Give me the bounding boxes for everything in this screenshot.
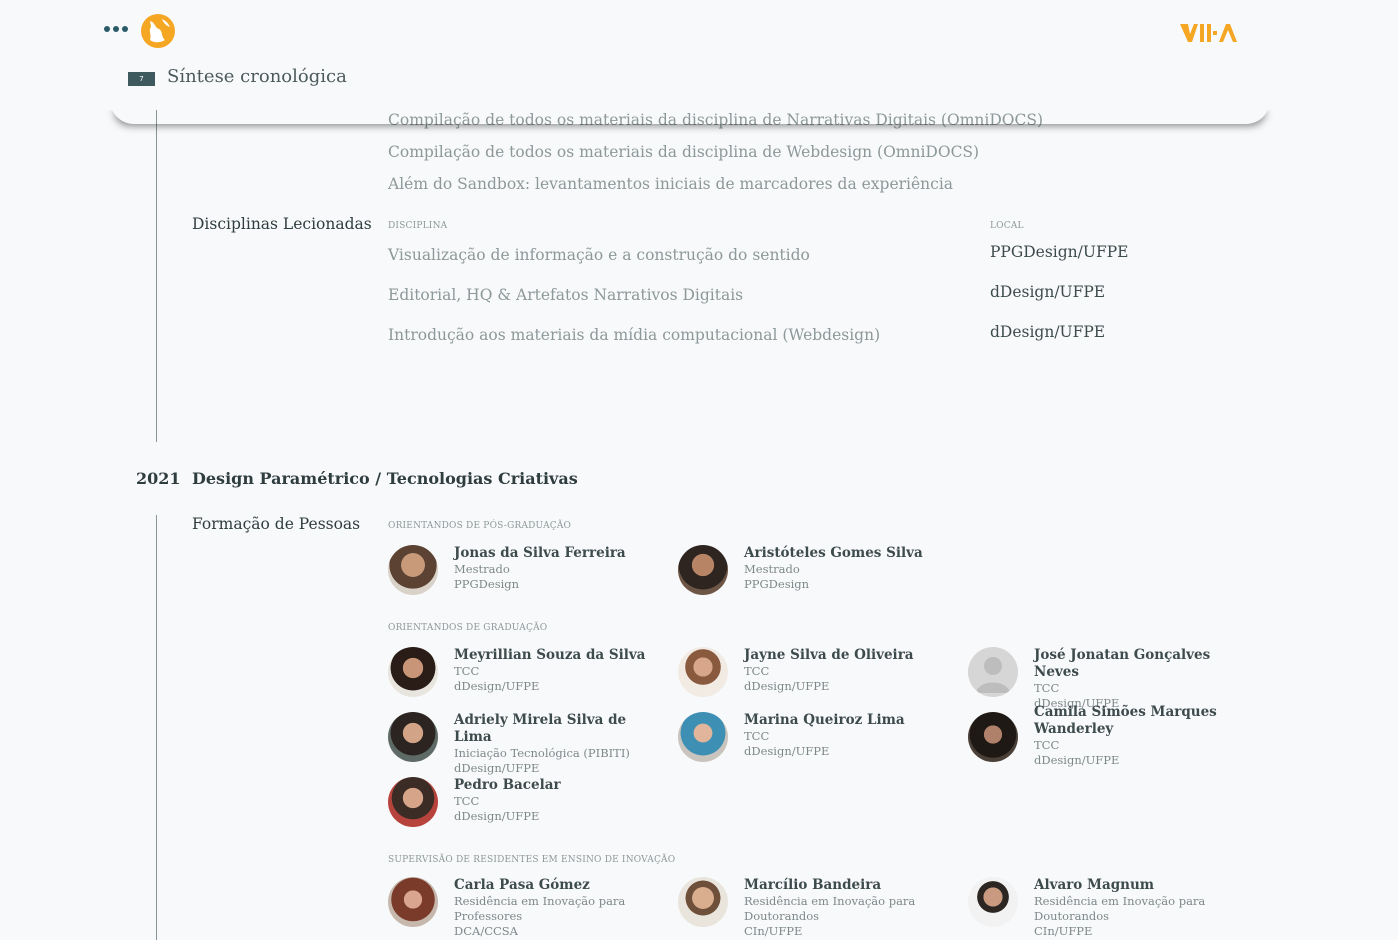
person-detail: dDesign/UFPE — [1034, 753, 1120, 767]
person-detail: TCC — [1034, 681, 1060, 695]
year-title: Design Paramétrico / Tecnologias Criativ… — [192, 469, 578, 488]
discipline-local: PPGDesign/UFPE — [990, 243, 1129, 261]
person-detail: Doutorandos — [744, 909, 820, 923]
discipline-column-header: DISCIPLINA — [388, 221, 448, 231]
formacao-label: Formação de Pessoas — [192, 515, 361, 533]
discipline-name: Editorial, HQ & Artefatos Narrativos Dig… — [388, 286, 744, 304]
avatar — [388, 877, 438, 927]
avatar — [968, 712, 1018, 762]
person-name: Camila Simões Marques Wanderley — [1034, 704, 1217, 737]
person-name: Alvaro Magnum — [1034, 877, 1155, 893]
person-card: Camila Simões Marques Wanderley TCC dDes… — [968, 704, 1248, 782]
person-detail: Residência em Inovação para — [454, 894, 626, 908]
group-heading: ORIENTANDOS DE GRADUAÇÃO — [388, 623, 548, 633]
dots-menu-icon[interactable] — [104, 26, 128, 32]
person-detail: TCC — [454, 794, 480, 808]
person-name: José Jonatan Gonçalves Neves — [1034, 647, 1211, 680]
person-name: Marcílio Bandeira — [744, 877, 882, 893]
discipline-name: Introdução aos materiais da mídia comput… — [388, 326, 881, 344]
person-detail: DCA/CCSA — [454, 924, 518, 938]
person-detail: Mestrado — [454, 562, 510, 576]
brand-logo-icon[interactable] — [1178, 20, 1240, 44]
person-detail: CIn/UFPE — [1034, 924, 1093, 938]
avatar — [388, 545, 438, 595]
person-card: José Jonatan Gonçalves Neves TCC dDesign… — [968, 647, 1248, 710]
person-card: Pedro Bacelar TCC dDesign/UFPE — [388, 777, 668, 837]
person-detail: PPGDesign — [744, 577, 810, 591]
avatar — [968, 877, 1018, 927]
person-name: Adriely Mirela Silva de Lima — [454, 712, 627, 745]
group-heading: SUPERVISÃO DE RESIDENTES EM ENSINO DE IN… — [388, 855, 676, 865]
section-number-badge: 7 — [128, 72, 155, 86]
timeline-line — [156, 100, 157, 442]
person-detail: Mestrado — [744, 562, 800, 576]
top-bar: 7 Síntese cronológica — [0, 0, 1398, 110]
person-detail: dDesign/UFPE — [454, 809, 540, 823]
discipline-name: Visualização de informação e a construçã… — [388, 246, 810, 264]
person-card: Carla Pasa Gómez Residência em Inovação … — [388, 877, 668, 938]
avatar — [388, 712, 438, 762]
person-detail: CIn/UFPE — [744, 924, 803, 938]
avatar — [678, 647, 728, 697]
person-detail: PPGDesign — [454, 577, 520, 591]
person-name: Jayne Silva de Oliveira — [744, 647, 914, 663]
person-card: Jonas da Silva Ferreira Mestrado PPGDesi… — [388, 545, 668, 605]
person-detail: dDesign/UFPE — [454, 761, 540, 775]
local-column-header: LOCAL — [990, 221, 1024, 231]
discipline-local: dDesign/UFPE — [990, 283, 1106, 301]
avatar — [678, 877, 728, 927]
person-detail: Professores — [454, 909, 523, 923]
timeline-content: Compilação de todos os materiais da disc… — [0, 0, 1398, 940]
person-detail: dDesign/UFPE — [744, 679, 830, 693]
person-detail: dDesign/UFPE — [744, 744, 830, 758]
person-name: Meyrillian Souza da Silva — [454, 647, 646, 663]
group-heading: ORIENTANDOS DE PÓS-GRADUAÇÃO — [388, 521, 572, 531]
person-detail: Residência em Inovação para — [1034, 894, 1206, 908]
person-detail: Residência em Inovação para — [744, 894, 916, 908]
person-card: Alvaro Magnum Residência em Inovação par… — [968, 877, 1248, 938]
person-card: Meyrillian Souza da Silva TCC dDesign/UF… — [388, 647, 668, 707]
person-card: Jayne Silva de Oliveira TCC dDesign/UFPE — [678, 647, 958, 707]
year-label: 2021 — [136, 469, 181, 488]
person-name: Marina Queiroz Lima — [744, 712, 905, 728]
person-name: Carla Pasa Gómez — [454, 877, 590, 893]
section-title: Síntese cronológica — [167, 66, 347, 87]
avatar-placeholder-icon — [968, 647, 1018, 697]
person-name: Pedro Bacelar — [454, 777, 561, 793]
timeline-line — [156, 515, 157, 940]
avatar — [678, 712, 728, 762]
person-name: Jonas da Silva Ferreira — [454, 545, 626, 561]
person-card: Marcílio Bandeira Residência em Inovação… — [678, 877, 958, 938]
person-name: Aristóteles Gomes Silva — [744, 545, 923, 561]
discipline-local: dDesign/UFPE — [990, 323, 1106, 341]
globe-logo-icon[interactable] — [140, 13, 176, 49]
person-detail: TCC — [454, 664, 480, 678]
avatar — [678, 545, 728, 595]
person-detail: Doutorandos — [1034, 909, 1110, 923]
material-link[interactable]: Além do Sandbox: levantamentos iniciais … — [388, 175, 953, 193]
person-card: Aristóteles Gomes Silva Mestrado PPGDesi… — [678, 545, 958, 605]
person-detail: dDesign/UFPE — [454, 679, 540, 693]
avatar — [388, 777, 438, 827]
material-link[interactable]: Compilação de todos os materiais da disc… — [388, 143, 979, 161]
avatar — [388, 647, 438, 697]
disciplinas-label: Disciplinas Lecionadas — [192, 215, 372, 233]
person-detail: TCC — [1034, 738, 1060, 752]
person-detail: Iniciação Tecnológica (PIBITI) — [454, 746, 630, 760]
person-detail: TCC — [744, 729, 770, 743]
person-card: Adriely Mirela Silva de Lima Iniciação T… — [388, 712, 668, 775]
person-card: Marina Queiroz Lima TCC dDesign/UFPE — [678, 712, 958, 772]
person-detail: TCC — [744, 664, 770, 678]
